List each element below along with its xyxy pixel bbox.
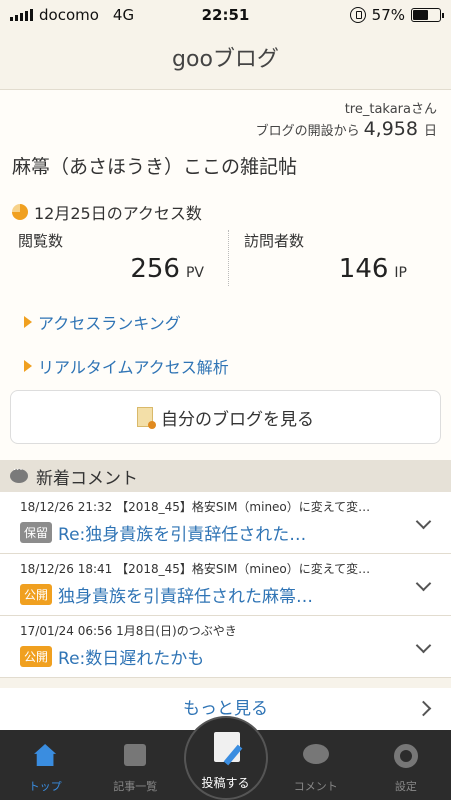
chevron-down-icon[interactable] <box>415 575 432 592</box>
profile-card: tre_takaraさん ブログの開設から 4,958 日 麻箒（あさほうき）ここの… <box>0 90 451 460</box>
comment-icon <box>302 744 329 764</box>
tab-settings-label: 設定 <box>394 780 417 793</box>
access-date: 12月25日のアクセス数 <box>12 200 202 224</box>
pie-chart-icon <box>12 204 28 220</box>
visitor-label: 訪問者数 <box>244 232 305 250</box>
page-title: gooブログ <box>0 30 451 90</box>
visitor-value: 146 <box>338 254 389 284</box>
comment-meta: 18/12/26 21:32 【2018_45】格安SIM（mineo）に変えて… <box>20 500 371 514</box>
comment-title: 独身貴族を引責辞任された麻箒… <box>58 587 314 607</box>
speech-bubble-icon <box>10 465 28 483</box>
pen-icon <box>213 732 240 762</box>
since-unit: 日 <box>423 124 437 139</box>
status-badge: 保留 <box>20 522 53 543</box>
visitor-unit: IP <box>394 265 407 281</box>
triangle-right-icon <box>24 360 32 372</box>
post-button[interactable]: 投稿する <box>183 716 268 800</box>
blog-document-icon <box>137 407 156 429</box>
tab-post-label: 投稿する <box>201 776 250 790</box>
tab-post[interactable]: 投稿する <box>180 716 270 800</box>
realtime-analysis-link[interactable]: リアルタイムアクセス解析 <box>24 354 229 378</box>
comment-row[interactable]: 18/12/26 18:41 【2018_45】格安SIM（mineo）に変えて… <box>0 554 451 616</box>
blog-age: ブログの開設から 4,958 日 <box>256 118 437 140</box>
comment-title: Re:独身貴族を引責辞任された… <box>58 525 307 545</box>
realtime-analysis-label: リアルタイムアクセス解析 <box>38 358 229 377</box>
blog-name: 麻箒（あさほうき）ここの雑記帖 <box>12 156 298 178</box>
access-ranking-label: アクセスランキング <box>38 314 181 333</box>
pageview-value: 256 <box>130 254 180 284</box>
status-badge: 公開 <box>20 646 53 667</box>
chevron-down-icon[interactable] <box>415 637 432 654</box>
username: tre_takaraさん <box>344 102 437 117</box>
pageview-stat: 閲覧数 256 PV <box>18 230 218 286</box>
rotation-lock-icon <box>349 7 366 23</box>
new-comments-header: 新着コメント <box>0 460 451 492</box>
battery-icon <box>411 8 444 22</box>
since-value: 4,958 <box>363 118 418 140</box>
visitor-stat: 訪問者数 146 IP <box>244 230 437 286</box>
comment-meta: 17/01/24 06:56 1月8日(日)のつぶやき <box>20 624 237 638</box>
bottom-tab-bar: トップ 記事一覧 投稿する コメント 設定 <box>0 716 451 800</box>
comment-meta: 18/12/26 18:41 【2018_45】格安SIM（mineo）に変えて… <box>20 562 371 576</box>
gear-icon <box>393 744 418 768</box>
access-ranking-link[interactable]: アクセスランキング <box>24 310 181 334</box>
pageview-label: 閲覧数 <box>18 232 64 250</box>
tab-articles-label: 記事一覧 <box>113 780 158 793</box>
tab-top[interactable]: トップ <box>0 730 90 800</box>
view-my-blog-label: 自分のブログを見る <box>161 409 314 430</box>
comment-row[interactable]: 18/12/26 21:32 【2018_45】格安SIM（mineo）に変えて… <box>0 492 451 554</box>
view-my-blog-button[interactable]: 自分のブログを見る <box>10 390 441 444</box>
status-badge: 公開 <box>20 584 53 605</box>
comment-title: Re:数日遅れたかも <box>58 649 205 669</box>
pageview-unit: PV <box>185 265 204 281</box>
since-label: ブログの開設から <box>255 124 360 139</box>
tab-comment-label: コメント <box>293 780 338 793</box>
chevron-down-icon[interactable] <box>415 513 432 530</box>
comment-row[interactable]: 17/01/24 06:56 1月8日(日)のつぶやき 公開 Re:数日遅れたか… <box>0 616 451 678</box>
tab-comment[interactable]: コメント <box>271 730 361 800</box>
triangle-right-icon <box>24 316 32 328</box>
home-icon <box>34 744 57 766</box>
battery-percent: 57% <box>371 6 405 24</box>
tab-settings[interactable]: 設定 <box>361 730 451 800</box>
tab-top-label: トップ <box>28 780 62 793</box>
divider <box>228 230 229 286</box>
access-date-label: 12月25日のアクセス数 <box>34 204 202 223</box>
new-comments-heading: 新着コメント <box>36 468 138 489</box>
article-list-icon <box>124 744 147 766</box>
status-bar: docomo 4G 22:51 57% <box>0 0 451 30</box>
tab-articles[interactable]: 記事一覧 <box>90 730 180 800</box>
chevron-right-icon <box>415 700 432 717</box>
